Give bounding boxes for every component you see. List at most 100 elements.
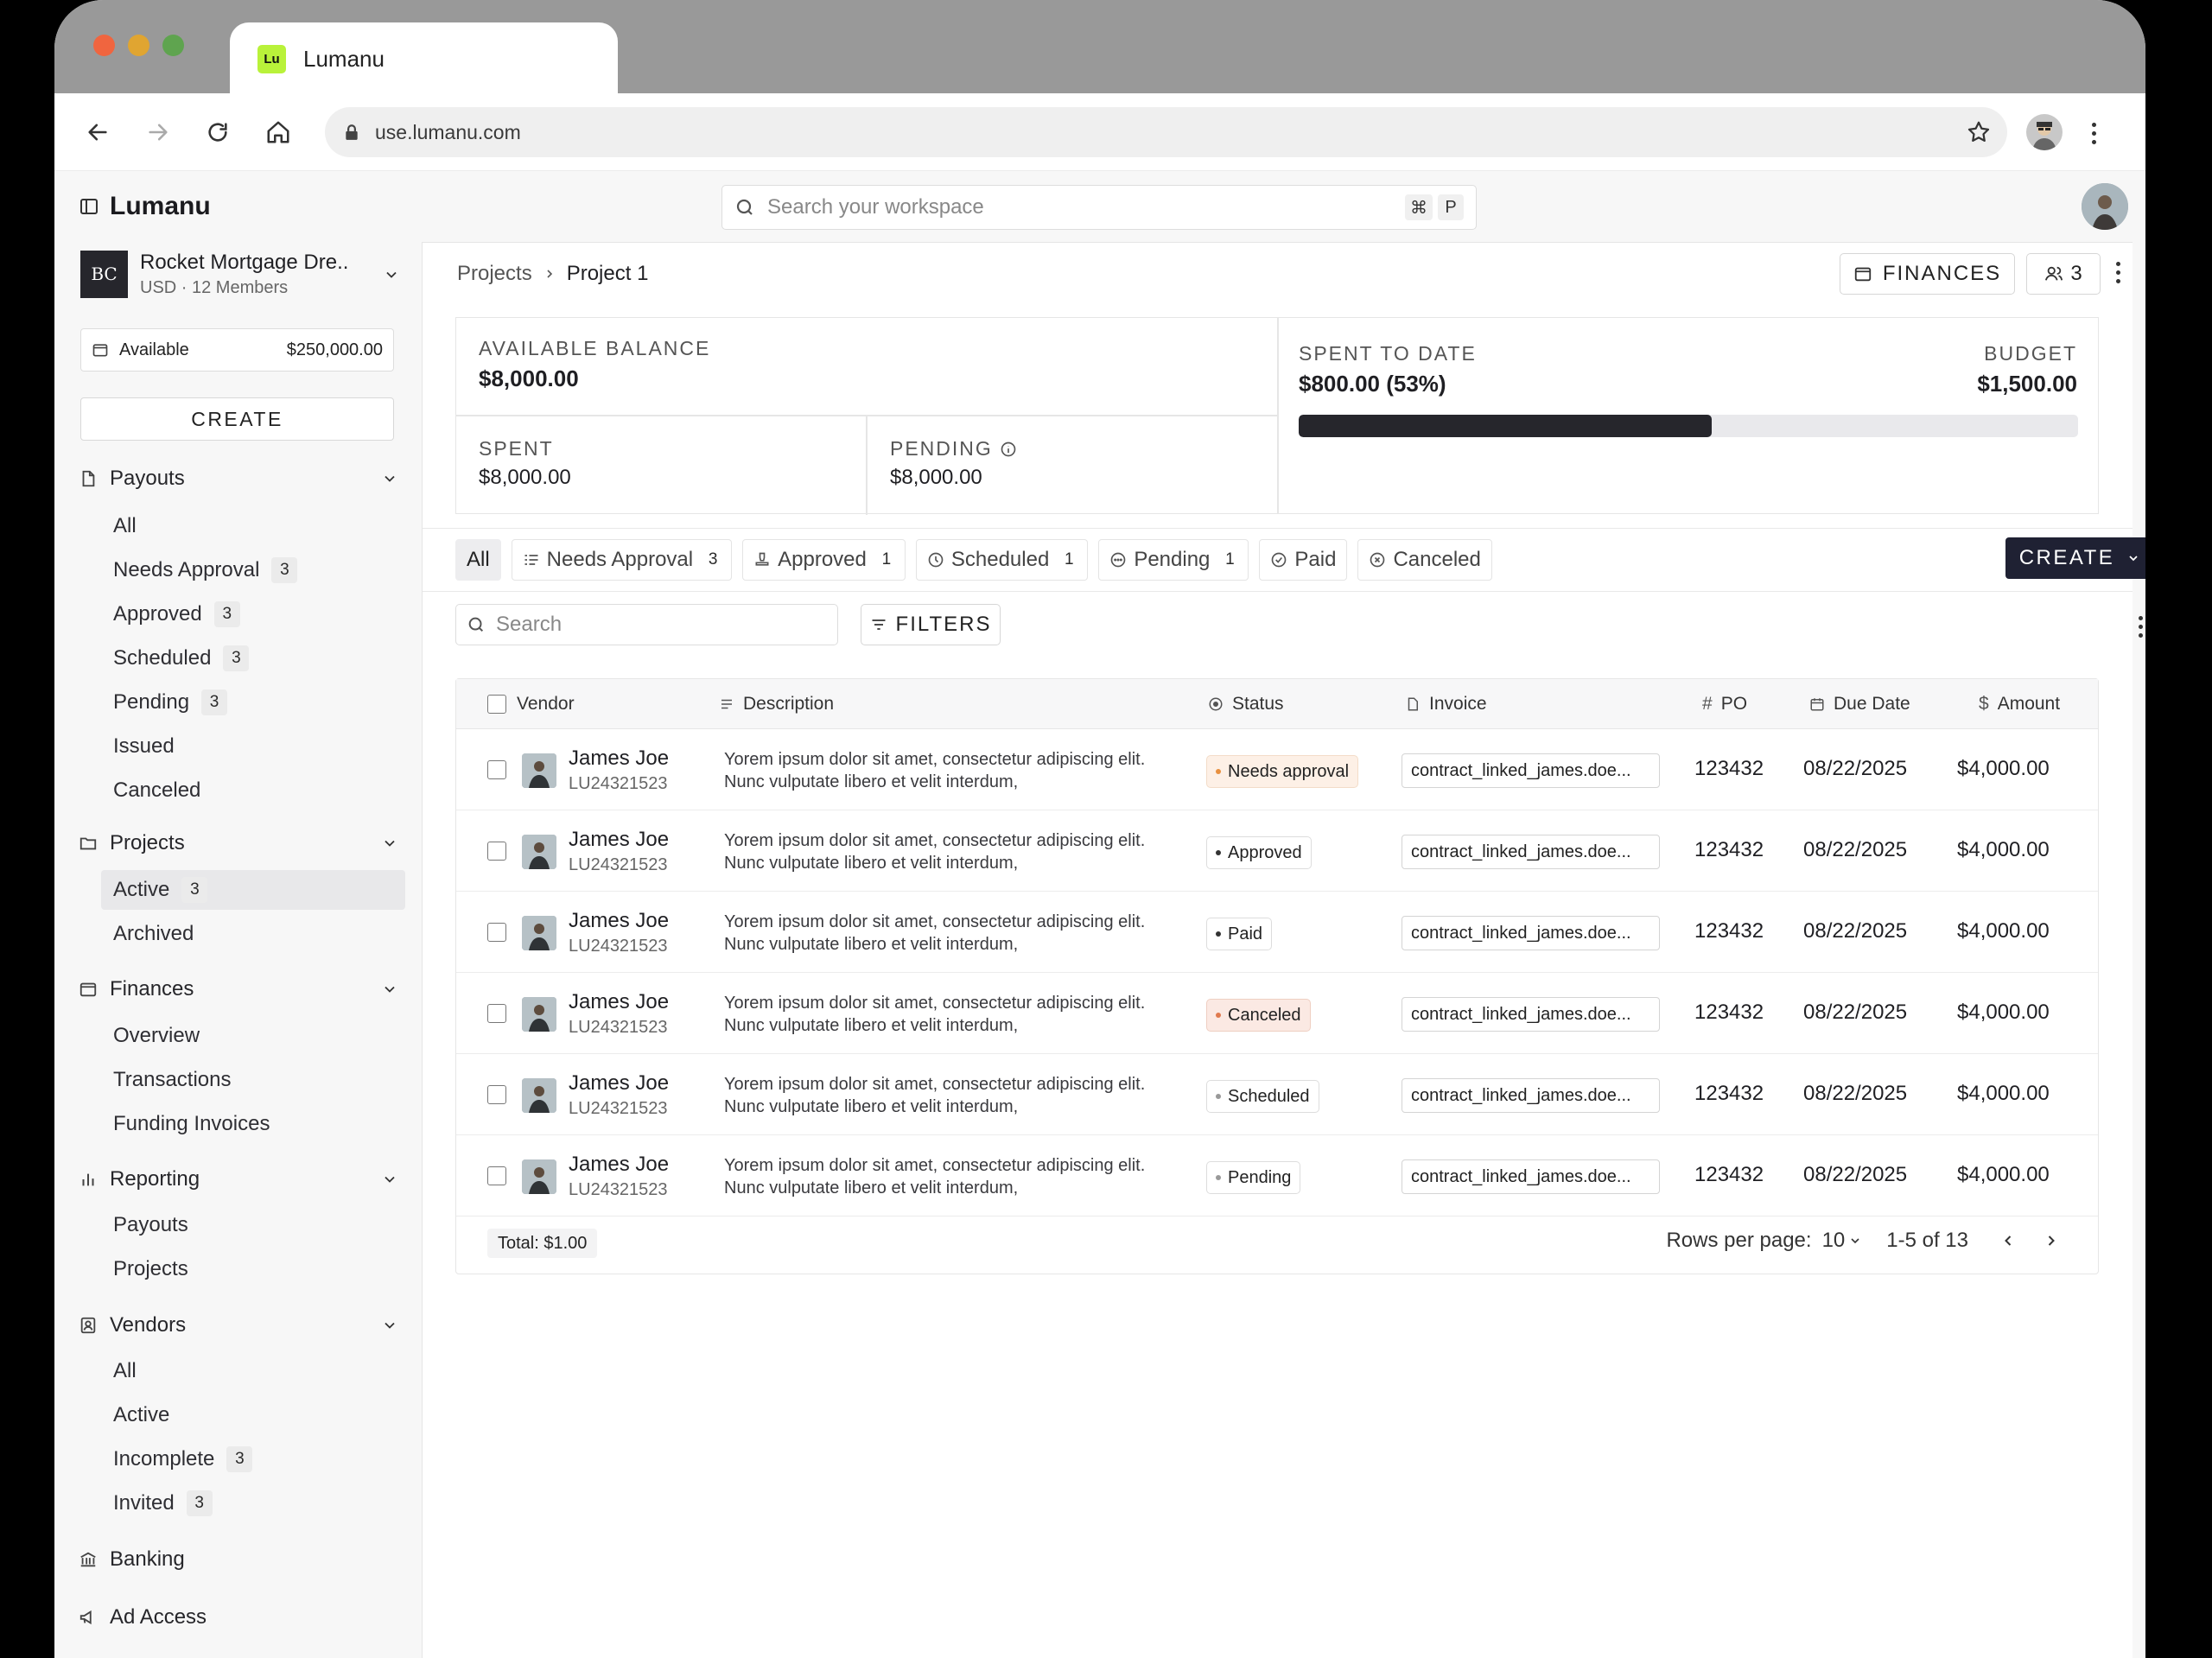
sidebar-item-vendors-active[interactable]: Active bbox=[101, 1395, 405, 1435]
table-row[interactable]: James Joe LU24321523 Yorem ipsum dolor sit… bbox=[456, 973, 2098, 1054]
create-button[interactable]: CREATE bbox=[2005, 537, 2145, 579]
sidebar-section-reporting[interactable]: Reporting bbox=[79, 1167, 398, 1191]
members-button[interactable]: 3 bbox=[2026, 253, 2101, 295]
row-checkbox[interactable] bbox=[487, 1004, 506, 1023]
table-row[interactable]: James Joe LU24321523 Yorem ipsum dolor sit… bbox=[456, 810, 2098, 892]
browser-menu-icon[interactable] bbox=[2085, 116, 2102, 150]
table-options-icon[interactable] bbox=[2139, 616, 2143, 638]
table-search-input[interactable]: Search bbox=[455, 604, 838, 645]
finances-button[interactable]: FINANCES bbox=[1840, 253, 2015, 295]
sidebar-item-vendors-all[interactable]: All bbox=[101, 1351, 405, 1391]
column-invoice[interactable]: Invoice bbox=[1405, 679, 1487, 729]
tab-paid[interactable]: Paid bbox=[1259, 539, 1348, 581]
org-switcher[interactable]: BC Rocket Mortgage Dre.. USD · 12 Member… bbox=[80, 247, 409, 301]
po-number: 123432 bbox=[1694, 919, 1764, 943]
reload-icon[interactable] bbox=[198, 112, 238, 152]
invoice-chip[interactable]: contract_linked_james.doe... bbox=[1402, 997, 1660, 1032]
sidebar-item-reporting-payouts[interactable]: Payouts bbox=[101, 1205, 405, 1245]
sidebar-item-reporting-projects[interactable]: Projects bbox=[101, 1249, 405, 1289]
browser-profile-avatar[interactable] bbox=[2026, 114, 2063, 150]
workspace-search-input[interactable]: Search your workspace ⌘ P bbox=[721, 185, 1477, 230]
sidebar-item-payouts-all[interactable]: All bbox=[101, 506, 405, 546]
user-avatar[interactable] bbox=[2082, 183, 2128, 230]
column-description[interactable]: Description bbox=[719, 679, 834, 729]
column-due-date[interactable]: Due Date bbox=[1809, 679, 1910, 729]
invoice-chip[interactable]: contract_linked_james.doe... bbox=[1402, 835, 1660, 869]
sidebar-item-issued[interactable]: Issued bbox=[101, 727, 405, 766]
sidebar-item-approved[interactable]: Approved 3 bbox=[101, 594, 405, 634]
sidebar-section-finances[interactable]: Finances bbox=[79, 977, 398, 1001]
chevron-right-icon[interactable] bbox=[2043, 1232, 2060, 1249]
sidebar-section-payouts[interactable]: Payouts bbox=[79, 467, 398, 491]
breadcrumb-projects-link[interactable]: Projects bbox=[457, 262, 532, 286]
tab-canceled[interactable]: Canceled bbox=[1357, 539, 1492, 581]
home-icon[interactable] bbox=[258, 112, 298, 152]
window-controls bbox=[93, 35, 184, 56]
table-row[interactable]: James Joe LU24321523 Yorem ipsum dolor sit… bbox=[456, 729, 2098, 810]
column-status[interactable]: Status bbox=[1208, 679, 1284, 729]
column-po[interactable]: # PO bbox=[1702, 679, 1747, 729]
sidebar-item-scheduled[interactable]: Scheduled 3 bbox=[101, 638, 405, 678]
row-checkbox[interactable] bbox=[487, 1166, 506, 1185]
vendor-name[interactable]: James Joe bbox=[569, 990, 669, 1014]
row-checkbox[interactable] bbox=[487, 923, 506, 942]
address-bar[interactable]: use.lumanu.com bbox=[325, 107, 2007, 157]
invoice-chip[interactable]: contract_linked_james.doe... bbox=[1402, 1078, 1660, 1113]
calendar-icon bbox=[1810, 698, 1824, 711]
vendor-name[interactable]: James Joe bbox=[569, 1153, 669, 1177]
invoice-chip[interactable]: contract_linked_james.doe... bbox=[1402, 753, 1660, 788]
tab-approved[interactable]: Approved 1 bbox=[742, 539, 906, 581]
sidebar-item-banking[interactable]: Banking bbox=[79, 1547, 398, 1572]
maximize-window-button[interactable] bbox=[162, 35, 184, 56]
row-description: Yorem ipsum dolor sit amet, consectetur … bbox=[724, 912, 1146, 954]
rows-per-page-select[interactable]: 10 bbox=[1822, 1229, 1863, 1253]
close-window-button[interactable] bbox=[93, 35, 115, 56]
sidebar-item-ad-access[interactable]: Ad Access bbox=[79, 1605, 398, 1629]
select-all-checkbox[interactable] bbox=[487, 695, 506, 714]
sidebar-item-projects-archived[interactable]: Archived bbox=[101, 914, 405, 954]
table-row[interactable]: James Joe LU24321523 Yorem ipsum dolor sit… bbox=[456, 1054, 2098, 1135]
forward-icon[interactable] bbox=[138, 112, 178, 152]
invoice-chip[interactable]: contract_linked_james.doe... bbox=[1402, 916, 1660, 950]
tab-pending[interactable]: Pending 1 bbox=[1098, 539, 1249, 581]
column-vendor[interactable]: Vendor bbox=[517, 679, 575, 729]
vendor-name[interactable]: James Joe bbox=[569, 1071, 669, 1096]
vendor-name[interactable]: James Joe bbox=[569, 746, 669, 771]
chevron-left-icon[interactable] bbox=[1999, 1232, 2017, 1249]
tab-scheduled[interactable]: Scheduled 1 bbox=[915, 539, 1089, 581]
sidebar-toggle-icon[interactable] bbox=[79, 196, 99, 217]
lock-icon bbox=[346, 124, 358, 140]
row-checkbox[interactable] bbox=[487, 1085, 506, 1104]
sidebar-item-vendors-incomplete[interactable]: Incomplete 3 bbox=[101, 1439, 405, 1479]
sidebar-section-projects[interactable]: Projects bbox=[79, 831, 398, 855]
sidebar-item-canceled[interactable]: Canceled bbox=[101, 771, 405, 810]
column-amount[interactable]: $ Amount bbox=[1979, 679, 2060, 729]
sidebar-section-vendors[interactable]: Vendors bbox=[79, 1313, 398, 1337]
bookmark-star-icon[interactable] bbox=[1966, 119, 1992, 149]
sidebar-item-overview[interactable]: Overview bbox=[101, 1016, 405, 1056]
sidebar-item-projects-active[interactable]: Active 3 bbox=[101, 870, 405, 910]
sidebar-item-funding-invoices[interactable]: Funding Invoices bbox=[101, 1104, 405, 1144]
filters-button[interactable]: FILTERS bbox=[861, 604, 1001, 645]
browser-tab[interactable]: Lu Lumanu bbox=[230, 22, 618, 95]
tab-all[interactable]: All bbox=[455, 539, 501, 581]
contact-icon bbox=[80, 1317, 96, 1334]
table-row[interactable]: James Joe LU24321523 Yorem ipsum dolor sit… bbox=[456, 1135, 2098, 1217]
spent-to-date-label: SPENT TO DATE bbox=[1299, 342, 1477, 365]
invoice-chip[interactable]: contract_linked_james.doe... bbox=[1402, 1159, 1660, 1194]
tab-needs-approval[interactable]: Needs Approval 3 bbox=[511, 539, 733, 581]
sidebar-create-button[interactable]: CREATE bbox=[80, 397, 394, 441]
row-checkbox[interactable] bbox=[487, 760, 506, 779]
row-checkbox[interactable] bbox=[487, 842, 506, 861]
table-row[interactable]: James Joe LU24321523 Yorem ipsum dolor sit… bbox=[456, 892, 2098, 973]
vendor-name[interactable]: James Joe bbox=[569, 828, 669, 852]
sidebar-item-vendors-invited[interactable]: Invited 3 bbox=[101, 1483, 405, 1523]
minimize-window-button[interactable] bbox=[128, 35, 149, 56]
sidebar-item-transactions[interactable]: Transactions bbox=[101, 1060, 405, 1100]
info-icon[interactable] bbox=[1000, 441, 1017, 458]
sidebar-item-needs-approval[interactable]: Needs Approval 3 bbox=[101, 550, 405, 590]
more-options-icon[interactable] bbox=[2116, 262, 2120, 288]
vendor-name[interactable]: James Joe bbox=[569, 909, 669, 933]
back-icon[interactable] bbox=[78, 112, 118, 152]
sidebar-item-pending[interactable]: Pending 3 bbox=[101, 683, 405, 722]
